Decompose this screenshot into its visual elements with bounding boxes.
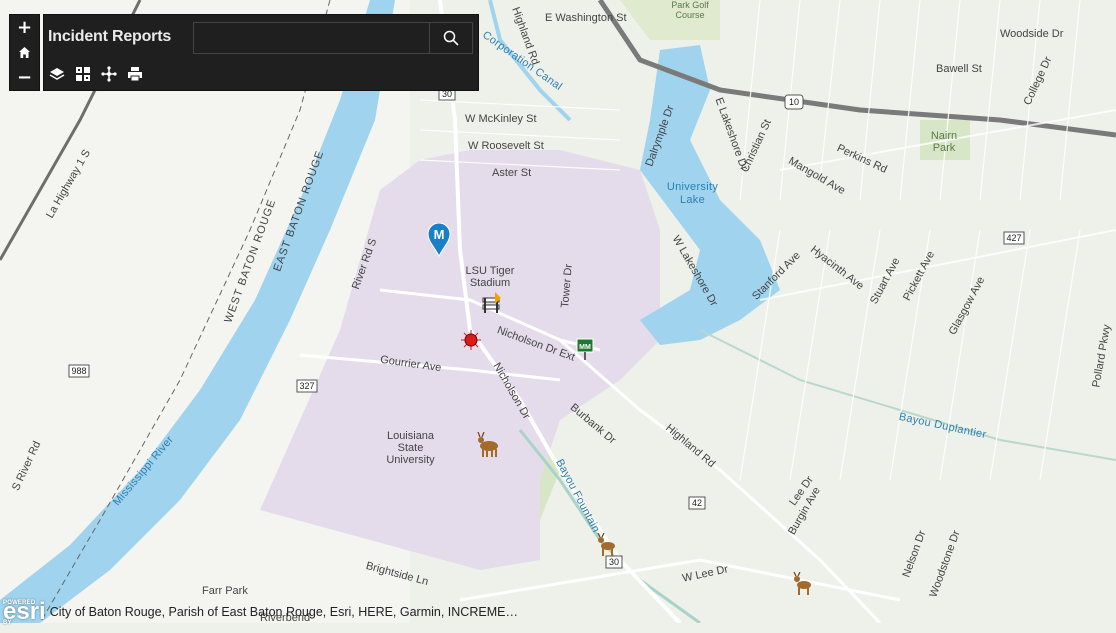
measure-icon xyxy=(101,66,117,82)
zoom-control: + − xyxy=(9,14,40,91)
svg-text:MM: MM xyxy=(579,344,591,351)
label-university-lake: University Lake xyxy=(666,181,719,206)
attribution-text[interactable]: City of Baton Rouge, Parish of East Bato… xyxy=(50,605,518,619)
zoom-out-button[interactable]: − xyxy=(10,65,39,90)
search-input[interactable] xyxy=(194,23,430,53)
map-view[interactable]: 30 10 427 988 327 42 30 xyxy=(0,0,1116,623)
deer-marker[interactable] xyxy=(475,431,503,463)
zoom-in-button[interactable]: + xyxy=(10,15,39,40)
svg-text:427: 427 xyxy=(1006,233,1021,243)
svg-text:988: 988 xyxy=(71,366,86,376)
label-nairn-park: Nairn Park xyxy=(930,130,958,154)
attribution-bar: POWERED BY esri City of Baton Rouge, Par… xyxy=(0,600,518,627)
esri-logo[interactable]: POWERED BY esri xyxy=(0,600,46,627)
print-button[interactable] xyxy=(126,65,144,83)
basemap-gallery-icon xyxy=(76,67,90,81)
svg-text:10: 10 xyxy=(789,97,799,107)
home-icon xyxy=(19,47,30,58)
svg-text:327: 327 xyxy=(299,381,314,391)
deer-marker[interactable] xyxy=(596,532,618,562)
layers-button[interactable] xyxy=(48,65,66,83)
measure-button[interactable] xyxy=(100,65,118,83)
label-w-mckinley-st: W McKinley St xyxy=(465,113,537,125)
label-bawell-st: Bawell St xyxy=(936,63,982,75)
label-woodside-dr: Woodside Dr xyxy=(1000,28,1064,40)
search-icon xyxy=(443,30,459,46)
svg-text:42: 42 xyxy=(692,498,702,508)
label-louisiana-state-university: Louisiana State University xyxy=(386,430,435,466)
label-w-roosevelt-st: W Roosevelt St xyxy=(468,140,544,152)
mile-marker-sign[interactable]: MM xyxy=(576,338,594,365)
label-aster-st: Aster St xyxy=(492,167,532,179)
toolbar xyxy=(48,65,144,83)
basemap-gallery-button[interactable] xyxy=(74,65,92,83)
app-header-panel: Incident Reports xyxy=(43,14,479,91)
layers-icon xyxy=(49,68,65,80)
home-button[interactable] xyxy=(10,40,39,65)
app-title: Incident Reports xyxy=(48,28,172,45)
map-pin-marker[interactable]: M xyxy=(427,222,451,262)
powered-by-label: POWERED BY xyxy=(3,600,36,626)
label-park-golf-course: Park Golf Course xyxy=(671,0,709,20)
label-lsu-tiger-stadium: LSU Tiger Stadium xyxy=(465,265,515,289)
deer-marker[interactable] xyxy=(792,571,814,601)
construction-marker[interactable] xyxy=(481,292,505,319)
print-icon xyxy=(128,67,142,82)
label-e-washington-st: E Washington St xyxy=(545,12,627,24)
svg-text:M: M xyxy=(434,227,445,242)
search-button[interactable] xyxy=(429,23,472,53)
label-farr-park: Farr Park xyxy=(202,585,248,597)
search-box xyxy=(193,22,473,54)
incident-red-marker[interactable] xyxy=(461,330,481,355)
